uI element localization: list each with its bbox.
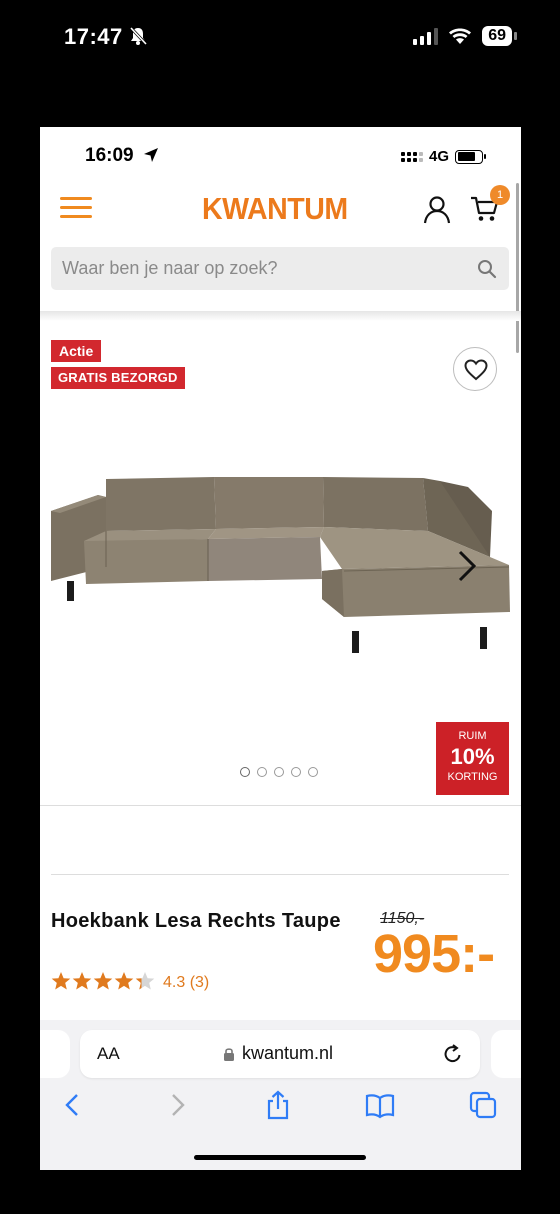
search-icon[interactable] [477, 259, 497, 279]
outer-time: 17:47 [64, 24, 123, 49]
inner-status-icons: 4G [400, 148, 486, 165]
carousel-dots [240, 767, 318, 777]
url-text[interactable]: kwantum.nl [242, 1043, 333, 1064]
discount-top-label: RUIM [458, 730, 487, 742]
divider [51, 874, 509, 875]
outer-status-bar: 17:47 69 [0, 0, 560, 80]
signal-dots-icon [400, 151, 423, 162]
carousel-dot[interactable] [274, 767, 284, 777]
inner-status-bar: 16:09 4G [40, 127, 521, 183]
star-icon [93, 972, 113, 990]
bell-slash-icon [129, 26, 148, 46]
wifi-icon [449, 28, 472, 44]
chevron-right-icon[interactable] [456, 549, 478, 583]
cellular-signal-icon [413, 27, 439, 45]
carousel-dot[interactable] [257, 767, 267, 777]
site-header: KWANTUM 1 [40, 183, 521, 243]
address-bar[interactable]: AA kwantum.nl [80, 1030, 480, 1078]
browser-toolbar: AA kwantum.nl [40, 1020, 521, 1170]
inner-time: 16:09 [85, 145, 134, 166]
bookmarks-icon[interactable] [365, 1090, 395, 1120]
discount-bottom-label: KORTING [447, 771, 498, 783]
current-price: 995:- [373, 924, 495, 984]
browser-nav-row [40, 1090, 521, 1130]
free-delivery-badge: GRATIS BEZORGD [51, 367, 185, 389]
favorite-button[interactable] [453, 347, 497, 391]
discount-badge: RUIM 10% KORTING [436, 722, 509, 795]
hamburger-menu-button[interactable] [60, 197, 92, 223]
star-icon [72, 972, 92, 990]
location-arrow-icon [144, 148, 158, 162]
forward-icon[interactable] [162, 1090, 192, 1120]
home-indicator [194, 1155, 366, 1160]
star-icon [135, 972, 155, 990]
share-icon[interactable] [263, 1090, 293, 1120]
next-tab-preview[interactable] [491, 1030, 521, 1078]
product-title: Hoekbank Lesa Rechts Taupe [51, 910, 341, 932]
star-icon [51, 972, 71, 990]
network-type: 4G [428, 148, 449, 165]
search-bar [51, 247, 509, 290]
actie-badge: Actie [51, 340, 102, 362]
user-account-icon[interactable] [423, 195, 451, 225]
phone-screenshot: 16:09 4G KWANTUM 1 Waar ben je naar op z… [40, 127, 521, 1170]
reload-icon[interactable] [442, 1043, 464, 1065]
previous-tab-preview[interactable] [40, 1030, 70, 1078]
back-icon[interactable] [58, 1090, 88, 1120]
discount-percent: 10% [450, 744, 495, 769]
cart-count-badge: 1 [490, 185, 510, 205]
header-shadow [40, 311, 521, 321]
battery-indicator: 69 [482, 26, 517, 46]
inner-battery-icon [455, 149, 486, 164]
star-icon [114, 972, 134, 990]
reader-settings-button[interactable]: AA [97, 1044, 120, 1064]
search-input[interactable] [51, 247, 471, 290]
rating-text[interactable]: 4.3 (3) [163, 974, 209, 992]
divider [40, 805, 521, 806]
outer-status-icons: 69 [413, 26, 517, 46]
product-image-sofa[interactable] [48, 467, 513, 667]
carousel-dot[interactable] [308, 767, 318, 777]
heart-icon [464, 359, 488, 381]
carousel-dot[interactable] [291, 767, 301, 777]
tabs-icon[interactable] [468, 1090, 498, 1120]
lock-icon [224, 1048, 234, 1061]
kwantum-logo[interactable]: KWANTUM [202, 191, 348, 227]
scrollbar[interactable] [516, 183, 519, 353]
rating-stars[interactable] [51, 971, 155, 991]
carousel-dot[interactable] [240, 767, 250, 777]
